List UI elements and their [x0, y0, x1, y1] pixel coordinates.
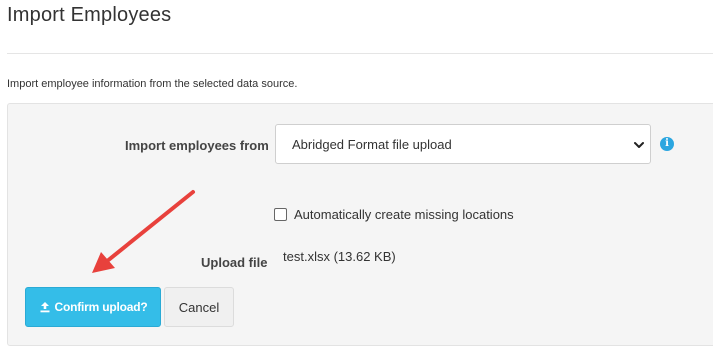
- import-source-select[interactable]: Abridged Format file upload: [275, 124, 651, 164]
- import-from-label: Import employees from: [125, 138, 269, 153]
- auto-create-locations-label[interactable]: Automatically create missing locations: [294, 207, 514, 222]
- import-source-selected-value: Abridged Format file upload: [292, 137, 452, 152]
- upload-file-label: Upload file: [201, 255, 268, 270]
- info-icon[interactable]: i: [660, 137, 674, 151]
- chevron-down-icon: [634, 142, 644, 148]
- upload-icon: [40, 302, 49, 313]
- page-description: Import employee information from the sel…: [7, 78, 298, 90]
- confirm-upload-button[interactable]: Confirm upload?: [25, 287, 161, 327]
- upload-file-value: test.xlsx (13.62 KB): [283, 249, 396, 264]
- confirm-upload-label: Confirm upload?: [54, 300, 148, 314]
- cancel-button[interactable]: Cancel: [164, 287, 234, 327]
- title-divider: [7, 53, 713, 54]
- page-title: Import Employees: [7, 4, 172, 26]
- auto-create-locations-checkbox[interactable]: [274, 208, 287, 221]
